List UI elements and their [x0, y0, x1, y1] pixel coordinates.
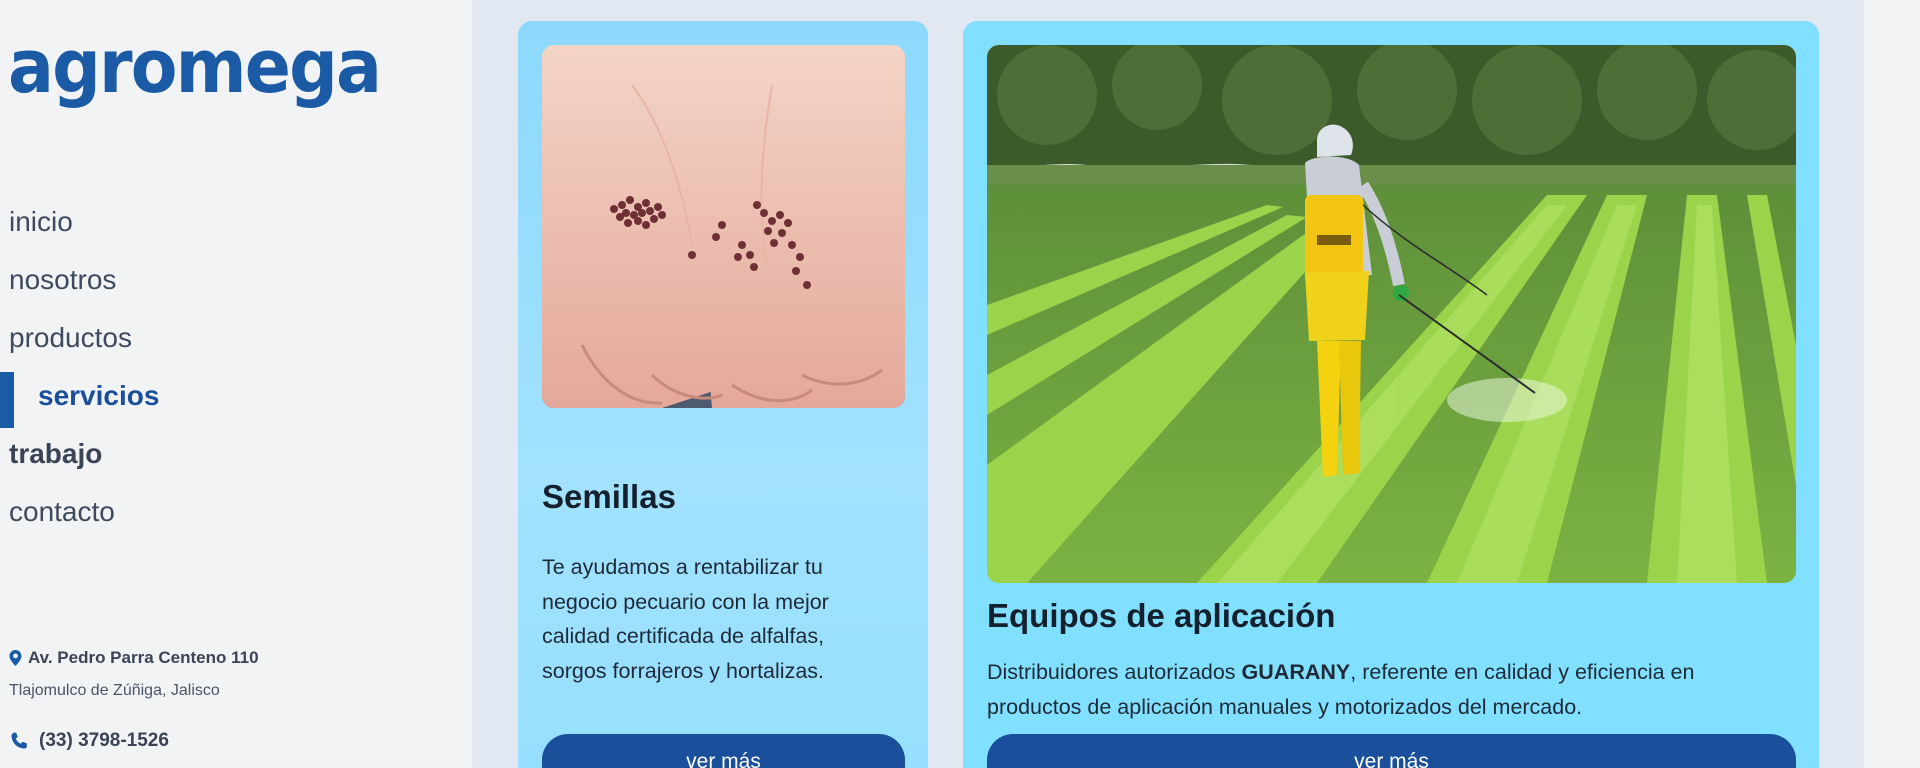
ver-mas-button-semillas[interactable]: ver más: [542, 734, 905, 768]
hands-holding-seeds-image: [542, 45, 905, 408]
nav-item-productos[interactable]: productos: [0, 309, 159, 367]
farmer-spraying-lettuce-field-image: [987, 45, 1796, 583]
map-pin-icon: [9, 650, 22, 666]
phone-text[interactable]: (33) 3798-1526: [39, 730, 169, 752]
nav-item-servicios[interactable]: servicios: [0, 367, 159, 428]
brand-guarany: GUARANY: [1241, 660, 1351, 684]
service-card-equipos: Equipos de aplicación Distribuidores aut…: [963, 21, 1819, 768]
card-description-semillas: Te ayudamos a rentabilizar tu negocio pe…: [542, 555, 829, 683]
main-nav: inicio nosotros productos servicios trab…: [0, 193, 159, 541]
nav-item-inicio[interactable]: inicio: [0, 193, 159, 251]
address-city: Tlajomulco de Zúñiga, Jalisco: [9, 682, 220, 699]
nav-item-contacto[interactable]: contacto: [0, 483, 159, 541]
address-street: Av. Pedro Parra Centeno 110: [28, 648, 259, 667]
right-margin: [1864, 0, 1920, 768]
description-text-start: Distribuidores autorizados: [987, 660, 1242, 684]
nav-item-trabajo[interactable]: trabajo: [0, 425, 159, 483]
card-description-equipos: Distribuidores autorizados GUARANY, refe…: [987, 655, 1787, 724]
phone-number[interactable]: (33) 3798-1526: [9, 730, 259, 752]
card-title-equipos: Equipos de aplicación: [987, 597, 1336, 634]
contact-info: Av. Pedro Parra Centeno 110 Tlajomulco d…: [9, 648, 259, 752]
nav-item-nosotros[interactable]: nosotros: [0, 251, 159, 309]
brand-logo[interactable]: agromega: [8, 30, 382, 104]
card-title-semillas: Semillas: [542, 478, 676, 515]
sidebar: agromega inicio nosotros productos servi…: [0, 0, 472, 768]
address-line-1: Av. Pedro Parra Centeno 110: [9, 648, 259, 668]
ver-mas-button-equipos[interactable]: ver más: [987, 734, 1796, 768]
phone-icon: [11, 732, 27, 749]
service-card-semillas: Semillas Te ayudamos a rentabilizar tu n…: [518, 21, 928, 768]
